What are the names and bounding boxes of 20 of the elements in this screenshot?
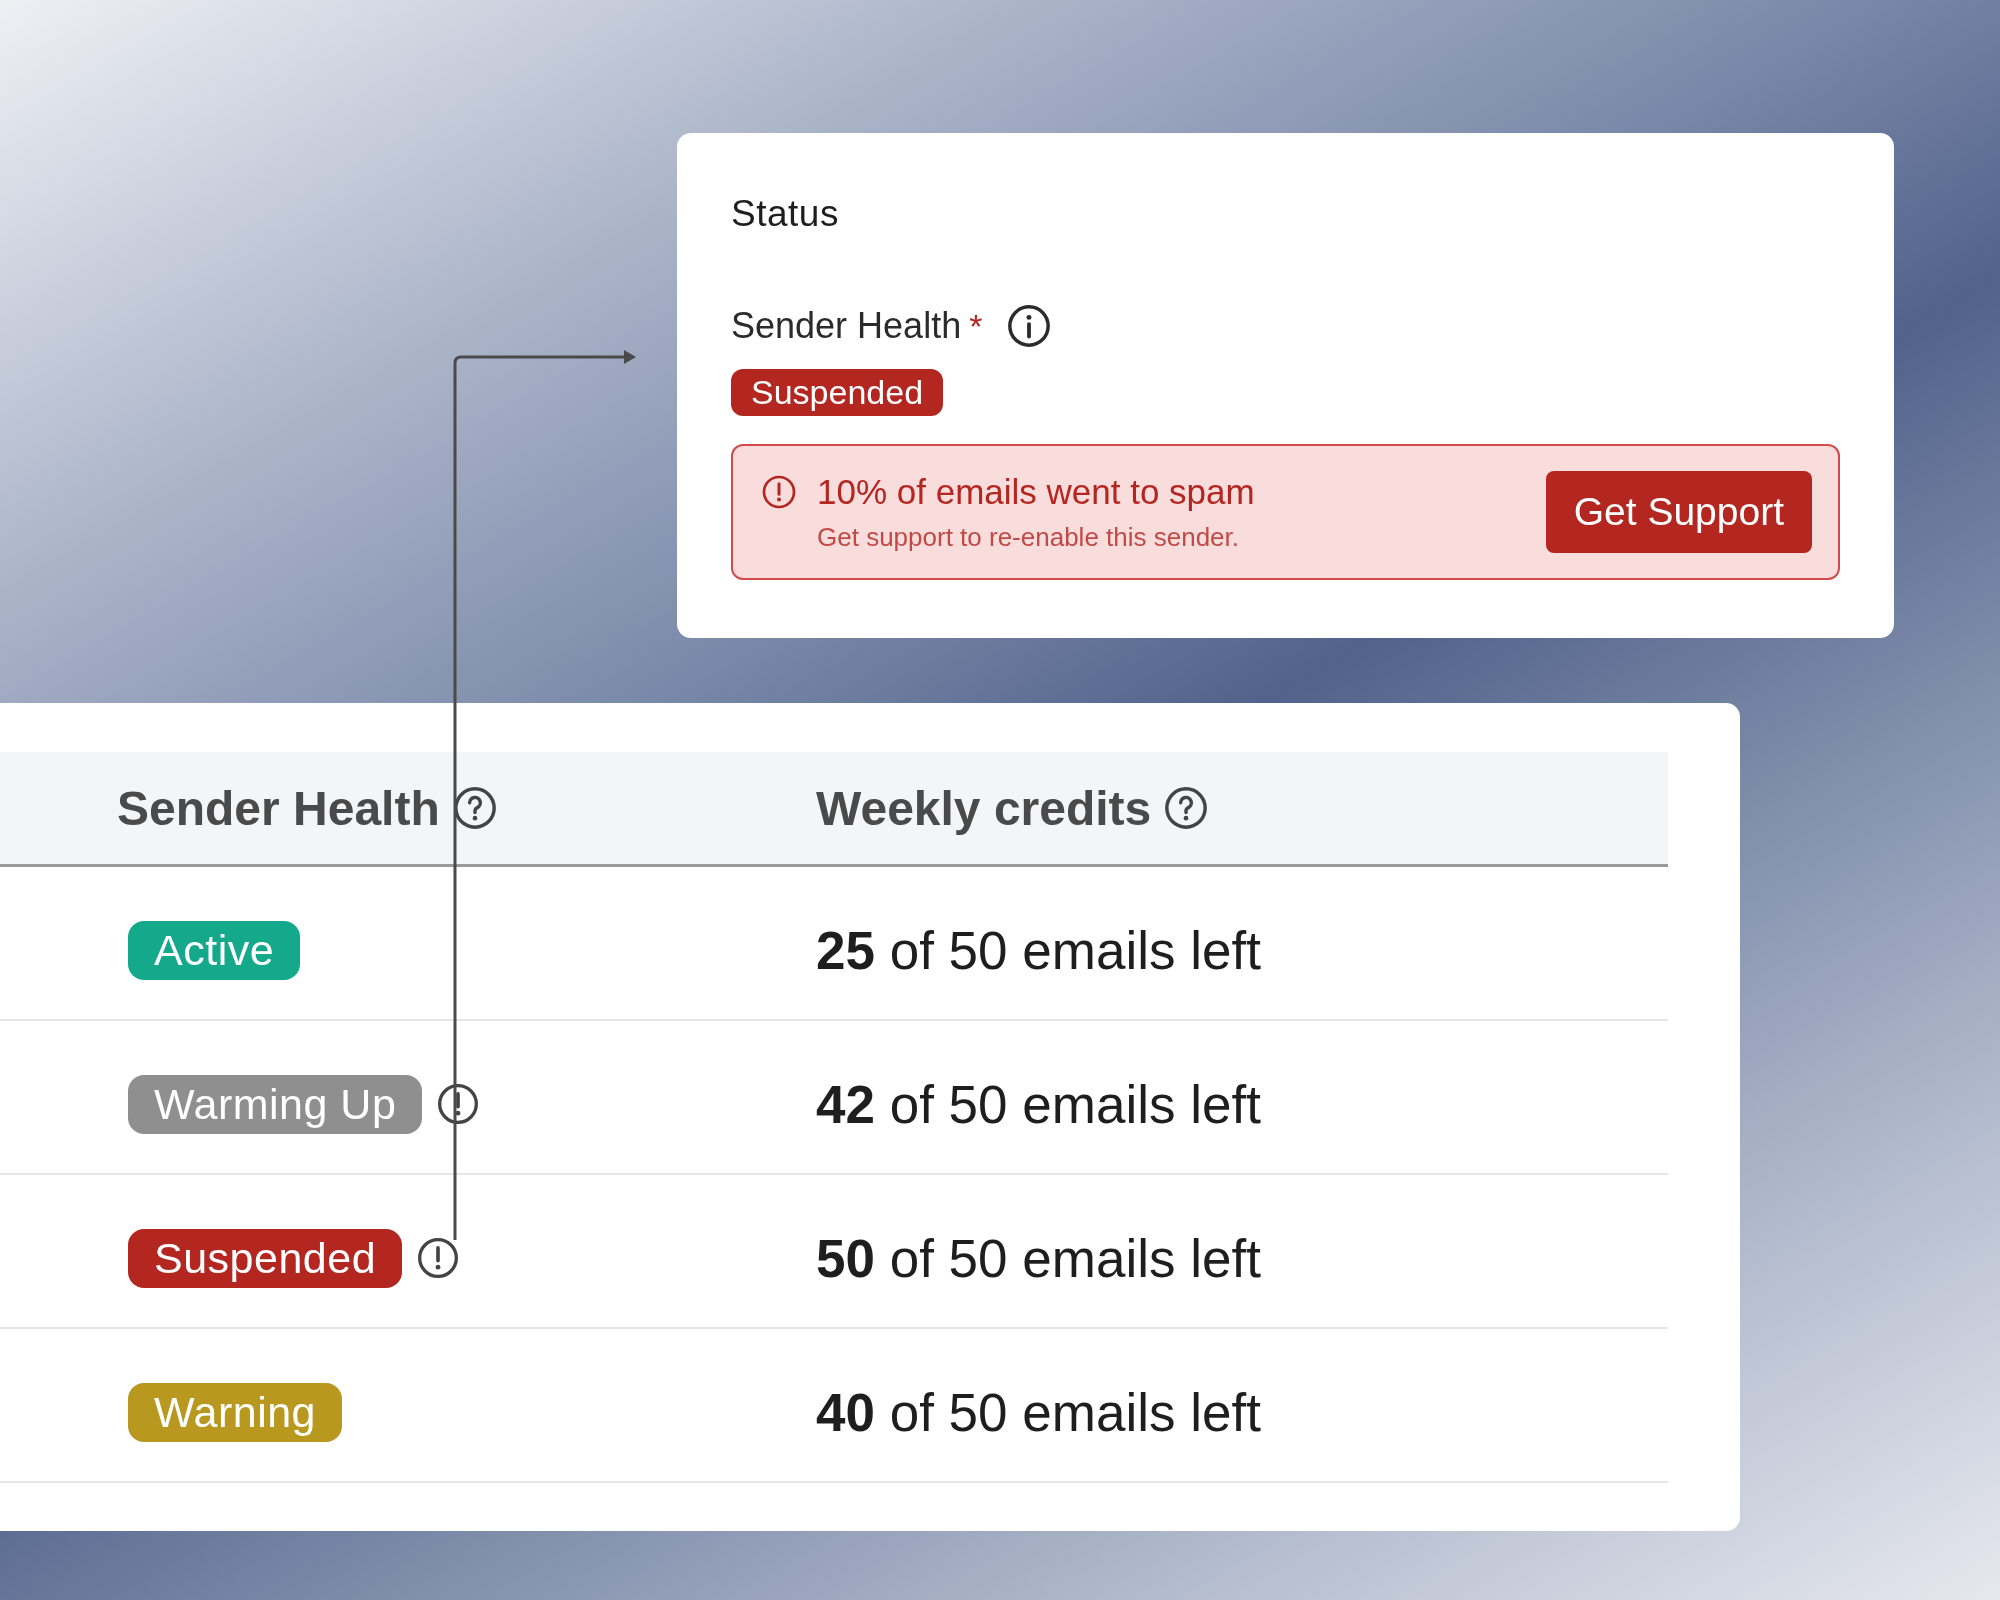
column-header: Weekly credits <box>816 780 1152 836</box>
status-badge: Warming Up <box>128 1074 423 1134</box>
status-badge: Suspended <box>128 1228 403 1288</box>
credits-text: 50 of 50 emails left <box>816 1227 1261 1289</box>
help-icon <box>1163 785 1210 831</box>
status-badge: Warning <box>128 1382 343 1442</box>
credits-text: 40 of 50 emails left <box>816 1381 1261 1443</box>
credits-text: 25 of 50 emails left <box>816 919 1261 981</box>
required-mark: * <box>969 306 983 346</box>
credits-text: 42 of 50 emails left <box>816 1073 1261 1135</box>
card-title: Status <box>731 193 840 235</box>
alert-icon <box>761 474 797 510</box>
column-header: Sender Health <box>117 780 440 836</box>
status-badge: Active <box>128 920 301 980</box>
status-badge: Suspended <box>731 369 944 416</box>
alert-message: Get support to re-enable this sender. <box>817 521 1241 553</box>
info-icon <box>1006 303 1053 349</box>
field-label: Sender Health <box>731 305 962 347</box>
get-support-button[interactable]: Get Support <box>1545 471 1812 553</box>
alert-title: 10% of emails went to spam <box>817 471 1256 512</box>
